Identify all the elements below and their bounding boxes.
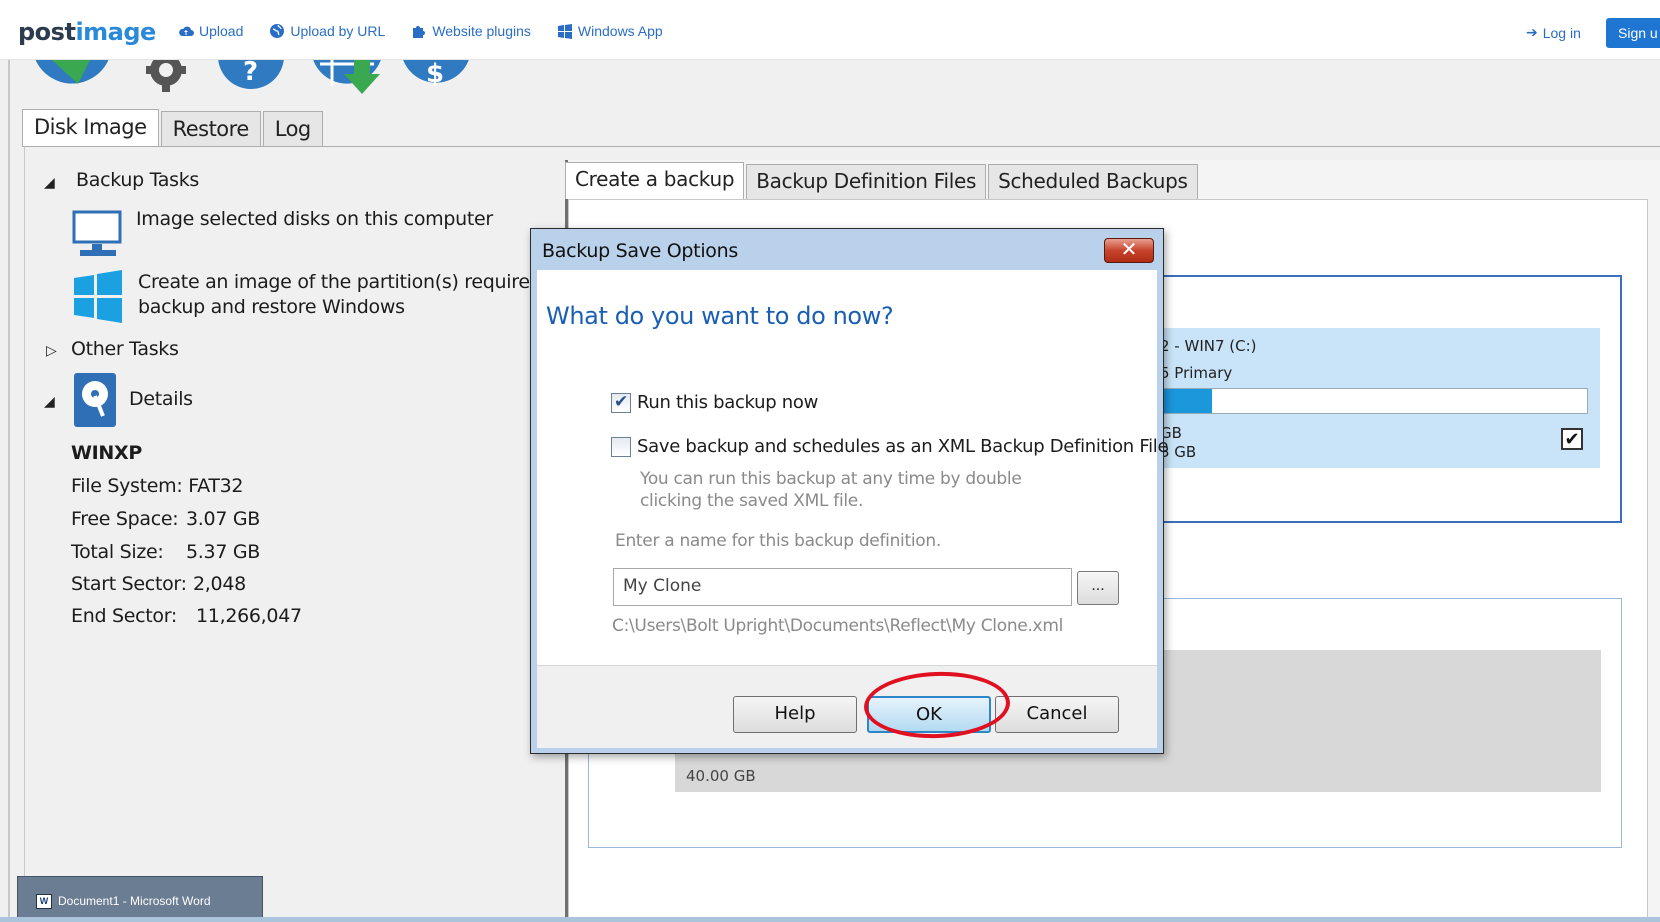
start-sector-value: 2,048 (193, 573, 246, 595)
run-now-checkbox[interactable] (611, 392, 631, 413)
word-document-icon: W (36, 894, 52, 909)
nav-upload-by-url-label: Upload by URL (290, 23, 386, 39)
dialog-footer: Help OK Cancel (537, 665, 1157, 748)
partition-checkbox[interactable]: ✔ (1561, 428, 1583, 450)
backup-save-options-dialog: Backup Save Options ✕ What do you want t… (530, 228, 1169, 754)
tab-backup-definition-files[interactable]: Backup Definition Files (746, 164, 987, 199)
svg-text:$: $ (426, 59, 444, 89)
toolbar: ? $ (28, 56, 528, 96)
postimage-header: postimage Upload Upload by URL Website p… (0, 0, 1660, 60)
backup-sub-tabs: Create a backup Backup Definition Files … (565, 162, 1200, 199)
nav-upload-label: Upload (199, 23, 244, 39)
nav-upload-by-url[interactable]: Upload by URL (269, 23, 385, 39)
tab-disk-image[interactable]: Disk Image (22, 109, 159, 147)
postimage-nav: Upload Upload by URL Website plugins Win… (178, 23, 663, 39)
definition-file-path: C:\Users\Bolt Upright\Documents\Reflect\… (612, 616, 1063, 636)
login-icon: ➔ (1526, 24, 1538, 40)
backup-disc-icon[interactable] (30, 56, 114, 96)
collapse-triangle-icon[interactable]: ◢ (44, 393, 55, 410)
taskbar-word-button[interactable]: W Document1 - Microsoft Word (17, 876, 263, 922)
destination-disk-size: 40.00 GB (686, 767, 756, 785)
svg-text:?: ? (243, 57, 258, 87)
postimage-logo[interactable]: postimage (18, 18, 156, 46)
dialog-title: Backup Save Options (542, 240, 738, 262)
cancel-button[interactable]: Cancel (995, 696, 1119, 733)
other-tasks-heading: Other Tasks (71, 338, 179, 360)
nav-upload[interactable]: Upload (178, 23, 243, 39)
task-create-windows-image-line1[interactable]: Create an image of the partition(s) requ… (138, 271, 542, 293)
partition-type: 5 Primary (1160, 364, 1233, 382)
end-sector-value: 11,266,047 (196, 605, 302, 627)
task-image-selected-disks[interactable]: Image selected disks on this computer (136, 208, 493, 230)
total-size-label: Total Size: (71, 541, 164, 563)
checkmark-icon: ✔ (1564, 429, 1580, 449)
collapse-triangle-icon[interactable]: ◢ (44, 174, 55, 191)
disk-details-icon (74, 373, 116, 427)
nav-website-plugins[interactable]: Website plugins (411, 23, 531, 39)
dialog-heading: What do you want to do now? (546, 302, 894, 330)
save-xml-checkbox[interactable] (611, 437, 631, 457)
dialog-body: What do you want to do now? Run this bac… (537, 270, 1169, 665)
help-icon[interactable]: ? (216, 56, 286, 96)
tab-scheduled-backups[interactable]: Scheduled Backups (988, 164, 1198, 199)
left-task-panel (25, 147, 565, 922)
save-xml-label[interactable]: Save backup and schedules as an XML Back… (637, 436, 1169, 457)
windows-logo-icon (74, 270, 122, 323)
nav-windows-app[interactable]: Windows App (557, 23, 663, 39)
end-sector-label: End Sector: (71, 605, 177, 627)
partition-title: 2 - WIN7 (C:) (1160, 337, 1257, 355)
browse-button[interactable]: ... (1077, 571, 1119, 605)
partition-usage-bar (1160, 388, 1588, 414)
windows-icon (557, 24, 572, 39)
gear-icon[interactable] (136, 56, 196, 96)
login-link[interactable]: ➔ Log in (1526, 24, 1581, 41)
tab-log[interactable]: Log (262, 111, 323, 147)
login-label: Log in (1542, 24, 1581, 41)
partition-name: WINXP (71, 442, 143, 464)
main-tabs: Disk Image Restore Log (22, 109, 325, 147)
xml-hint-line2: clicking the saved XML file. (640, 491, 864, 511)
free-space-label: Free Space: (71, 508, 179, 530)
tab-restore[interactable]: Restore (160, 111, 261, 147)
screenshot-root: postimage Upload Upload by URL Website p… (0, 0, 1660, 922)
details-heading: Details (129, 388, 193, 410)
frame-line (8, 60, 10, 922)
name-prompt: Enter a name for this backup definition. (615, 531, 941, 551)
nav-website-plugins-label: Website plugins (432, 23, 531, 39)
tab-create-a-backup[interactable]: Create a backup (565, 162, 745, 199)
taskbar-strip (0, 917, 1660, 922)
definition-name-input[interactable]: My Clone (613, 568, 1072, 606)
web-download-icon[interactable] (310, 56, 390, 96)
nav-windows-app-label: Windows App (577, 23, 663, 39)
cloud-upload-icon (179, 26, 194, 36)
puzzle-icon (413, 26, 426, 38)
close-icon[interactable]: ✕ (1104, 238, 1154, 263)
file-system-value: File System: FAT32 (71, 475, 244, 497)
monitor-icon (72, 210, 122, 256)
xml-hint-line1: You can run this backup at any time by d… (640, 469, 1022, 489)
partition-usage-fill (1161, 389, 1213, 413)
dollar-icon[interactable]: $ (400, 56, 474, 96)
run-now-label[interactable]: Run this backup now (637, 392, 818, 413)
free-space-value: 3.07 GB (186, 508, 261, 530)
start-sector-label: Start Sector: (71, 573, 187, 595)
globe-icon (270, 24, 285, 38)
expand-triangle-icon[interactable]: ▷ (46, 342, 57, 359)
total-size-value: 5.37 GB (186, 541, 261, 563)
signup-button[interactable]: Sign u (1606, 18, 1660, 48)
backup-tasks-heading: Backup Tasks (76, 169, 199, 191)
task-create-windows-image-line2[interactable]: backup and restore Windows (138, 296, 405, 318)
help-button[interactable]: Help (733, 696, 857, 733)
